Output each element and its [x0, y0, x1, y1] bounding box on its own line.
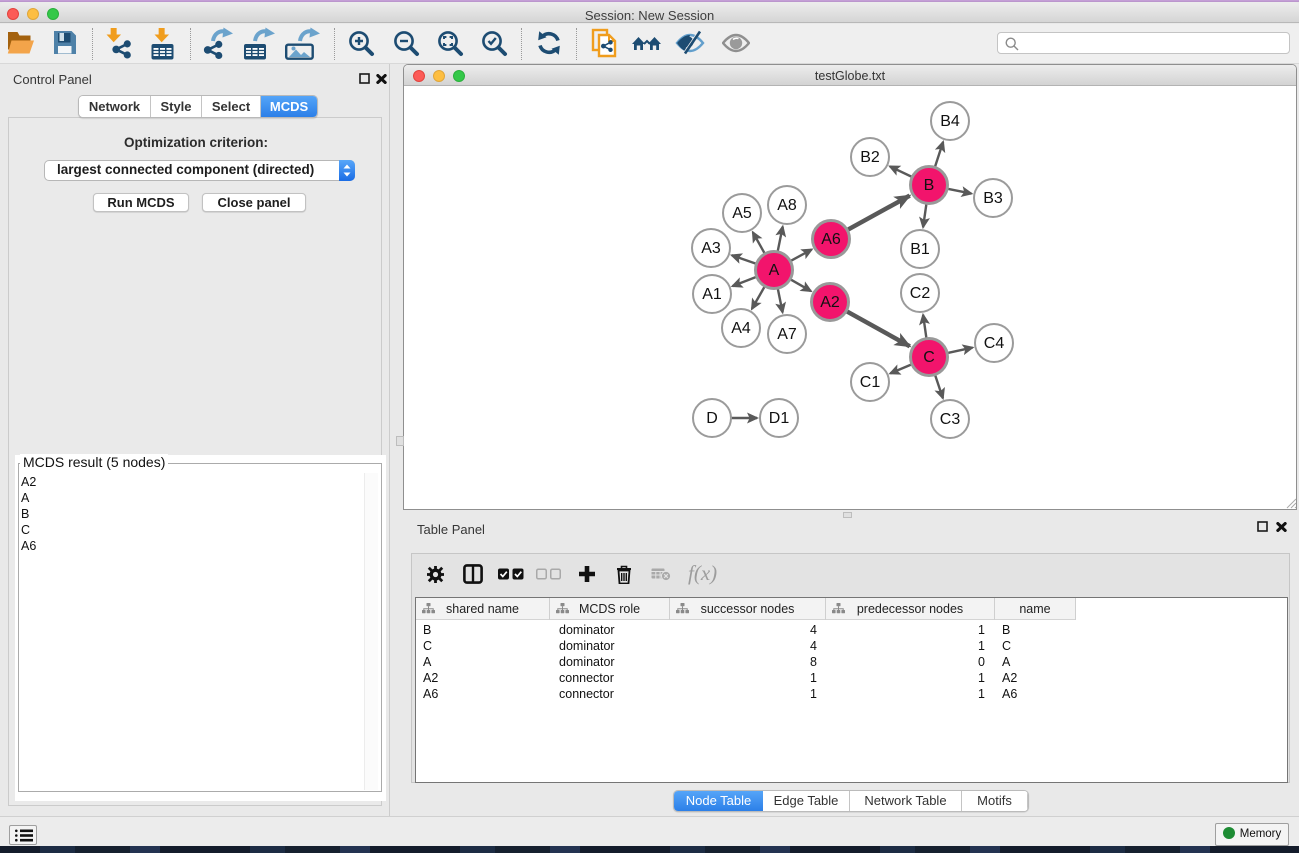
svg-text:A1: A1	[702, 286, 722, 303]
svg-text:A: A	[769, 262, 780, 279]
svg-text:C3: C3	[940, 411, 961, 428]
svg-text:B3: B3	[983, 190, 1003, 207]
svg-text:A6: A6	[821, 231, 841, 248]
svg-text:C2: C2	[910, 285, 931, 302]
svg-text:D: D	[706, 410, 718, 427]
svg-text:C1: C1	[860, 374, 881, 391]
svg-text:C4: C4	[984, 335, 1005, 352]
svg-text:A7: A7	[777, 326, 797, 343]
svg-text:B2: B2	[860, 149, 880, 166]
svg-text:B1: B1	[910, 241, 930, 258]
svg-text:A5: A5	[732, 205, 752, 222]
svg-text:A8: A8	[777, 197, 797, 214]
svg-text:B: B	[924, 177, 935, 194]
svg-text:B4: B4	[940, 113, 960, 130]
svg-text:D1: D1	[769, 410, 790, 427]
svg-text:A3: A3	[701, 240, 721, 257]
svg-text:A4: A4	[731, 320, 751, 337]
svg-text:C: C	[923, 349, 935, 366]
svg-text:A2: A2	[820, 294, 840, 311]
